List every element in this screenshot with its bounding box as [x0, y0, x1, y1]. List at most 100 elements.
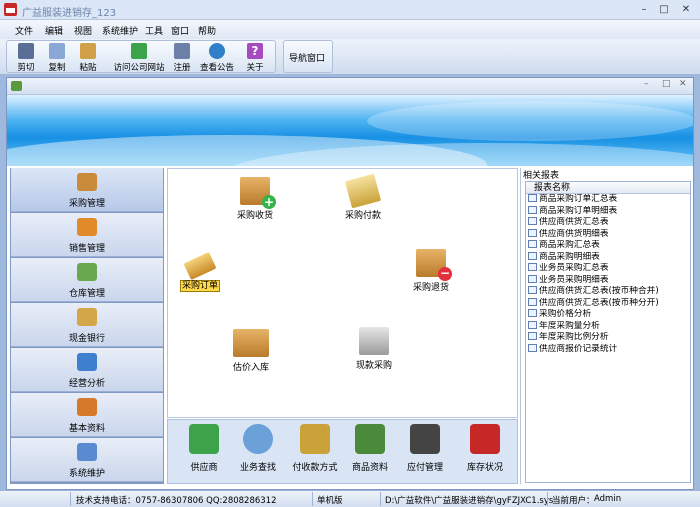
cut-button[interactable]: 剪切: [11, 41, 41, 74]
report-item[interactable]: 年度采购量分析: [526, 320, 690, 333]
report-icon: [528, 286, 537, 294]
sidebar-item-sales[interactable]: 销售管理: [11, 213, 163, 257]
support-info: 技术支持电话：0757-86307806 QQ:2808286312: [76, 496, 277, 506]
nav-window-button[interactable]: 导航窗口: [289, 51, 325, 64]
purchase-payment-button[interactable]: 采购付款: [328, 173, 398, 221]
payment-method-button[interactable]: 付收款方式: [288, 424, 342, 473]
book-icon: [77, 398, 97, 416]
purchase-order-button[interactable]: 采购订单: [165, 251, 235, 292]
menu-tools[interactable]: 工具: [145, 24, 163, 37]
report-item[interactable]: 业务员采购汇总表: [526, 263, 690, 275]
report-item[interactable]: 采购价格分析: [526, 309, 690, 321]
report-item[interactable]: 年度采购比例分析: [526, 332, 690, 344]
menu-help[interactable]: 帮助: [198, 24, 216, 37]
report-icon: [528, 194, 537, 202]
report-item[interactable]: 供应商供货明细表: [526, 228, 690, 241]
menu-window[interactable]: 窗口: [171, 24, 189, 37]
sidebar-item-purchase[interactable]: 采购管理: [11, 168, 163, 212]
report-icon: [528, 263, 537, 271]
website-icon: [131, 43, 147, 59]
menu-edit[interactable]: 编辑: [45, 24, 63, 37]
sidebar-item-analysis[interactable]: 经营分析: [11, 348, 163, 392]
truck-icon: [77, 173, 97, 191]
payment-icon: [344, 173, 382, 209]
sidebar-item-basic-data[interactable]: 基本资料: [11, 393, 163, 437]
menu-file[interactable]: 文件: [15, 24, 33, 37]
reports-column-header[interactable]: 报表名称: [526, 182, 690, 194]
report-icon: [528, 343, 537, 352]
box-receive-icon: +: [240, 177, 276, 209]
register-button[interactable]: 注册: [167, 41, 197, 74]
toolbar: 剪切 复制 粘贴 访问公司网站 注册 查看公告 ? 关于 导航窗口: [0, 39, 700, 75]
visit-website-button[interactable]: 访问公司网站: [110, 41, 168, 74]
report-icon: [528, 320, 537, 329]
report-icon: [528, 332, 537, 340]
magnifier-icon: [243, 424, 273, 454]
view-announcement-button[interactable]: 查看公告: [197, 41, 237, 74]
report-icon: [528, 217, 537, 225]
estimated-stock-in-button[interactable]: 估价入库: [216, 329, 286, 373]
toolbar-nav-group: 导航窗口: [283, 40, 333, 73]
report-item[interactable]: 供应商供货汇总表(按币种合并): [526, 286, 690, 298]
report-icon: [528, 251, 537, 260]
reports-list: 报表名称 商品采购订单汇总表 商品采购订单明细表 供应商供货汇总表 供应商供货明…: [525, 181, 691, 483]
nav-close-icon[interactable]: ✕: [679, 79, 687, 89]
box-return-icon: −: [416, 249, 452, 281]
minimize-icon[interactable]: –: [636, 3, 652, 17]
inventory-status-button[interactable]: 库存状况: [458, 424, 512, 473]
report-icon: [528, 297, 537, 306]
nav-window-icon: [11, 81, 22, 91]
reports-title: 相关报表: [523, 171, 560, 181]
tools-icon: [77, 443, 97, 461]
coins-icon: [77, 218, 97, 236]
nav-window-titlebar: – □ ✕: [7, 78, 693, 95]
edition-label: 单机版: [317, 496, 343, 506]
report-icon: [528, 274, 537, 283]
close-icon[interactable]: ✕: [678, 3, 694, 17]
boxes-icon: [233, 329, 269, 357]
menu-bar: 文件 编辑 视图 系统维护 工具 窗口 帮助: [0, 20, 700, 39]
database-path: D:\广益软件\广益服装进销存\gyFZJXC1.sys: [385, 496, 554, 506]
globe-icon: [209, 43, 225, 59]
copy-button[interactable]: 复制: [42, 41, 72, 74]
sidebar-item-warehouse[interactable]: 仓库管理: [11, 258, 163, 302]
product-data-button[interactable]: 商品资料: [343, 424, 397, 473]
report-item[interactable]: 商品采购汇总表: [526, 240, 690, 252]
purchase-receive-button[interactable]: + 采购收货: [220, 177, 290, 221]
report-item[interactable]: 商品采购订单汇总表: [526, 194, 690, 206]
sidebar-item-system[interactable]: 系统维护: [11, 438, 163, 482]
report-item[interactable]: 供应商供货汇总表: [526, 217, 690, 229]
module-sidebar: 采购管理 销售管理 仓库管理 现金银行 经营分析 基本资料 系统维护: [10, 168, 164, 484]
nav-maximize-icon[interactable]: □: [662, 79, 671, 89]
about-button[interactable]: ? 关于: [240, 41, 270, 74]
printer-icon: [410, 424, 440, 454]
supplier-button[interactable]: 供应商: [177, 424, 231, 473]
report-item[interactable]: 商品采购明细表: [526, 251, 690, 264]
nav-minimize-icon[interactable]: –: [644, 79, 649, 89]
payables-button[interactable]: 应付管理: [398, 424, 452, 473]
purchase-return-button[interactable]: − 采购退货: [396, 249, 466, 293]
quick-access-bar: 供应商 业务查找 付收款方式 商品资料 应付管理 库存状况: [167, 419, 518, 484]
cash-purchase-icon: [359, 327, 389, 355]
sidebar-item-cash-bank[interactable]: 现金银行: [11, 303, 163, 347]
books-icon: [355, 424, 385, 454]
chart-icon: [77, 353, 97, 371]
maximize-icon[interactable]: □: [656, 3, 672, 17]
app-icon: [4, 3, 17, 16]
cash-purchase-button[interactable]: 现款采购: [339, 327, 409, 371]
report-item[interactable]: 供应商报价记录统计: [526, 343, 690, 356]
report-item[interactable]: 供应商供货汇总表(按币种分开): [526, 297, 690, 310]
business-search-button[interactable]: 业务查找: [231, 424, 285, 473]
menu-view[interactable]: 视图: [74, 24, 92, 37]
menu-system[interactable]: 系统维护: [102, 24, 138, 37]
paste-icon: [80, 43, 96, 59]
report-icon: [528, 205, 537, 214]
current-user: Admin: [594, 494, 622, 504]
report-item[interactable]: 商品采购订单明细表: [526, 205, 690, 218]
report-icon: [528, 309, 537, 317]
title-bar: 广益服装进销存_123 – □ ✕: [0, 0, 700, 20]
paste-button[interactable]: 粘贴: [73, 41, 103, 74]
report-item[interactable]: 业务员采购明细表: [526, 274, 690, 287]
current-user-label: 当前用户：: [552, 496, 595, 506]
status-bar: 技术支持电话：0757-86307806 QQ:2808286312 单机版 D…: [0, 490, 700, 507]
